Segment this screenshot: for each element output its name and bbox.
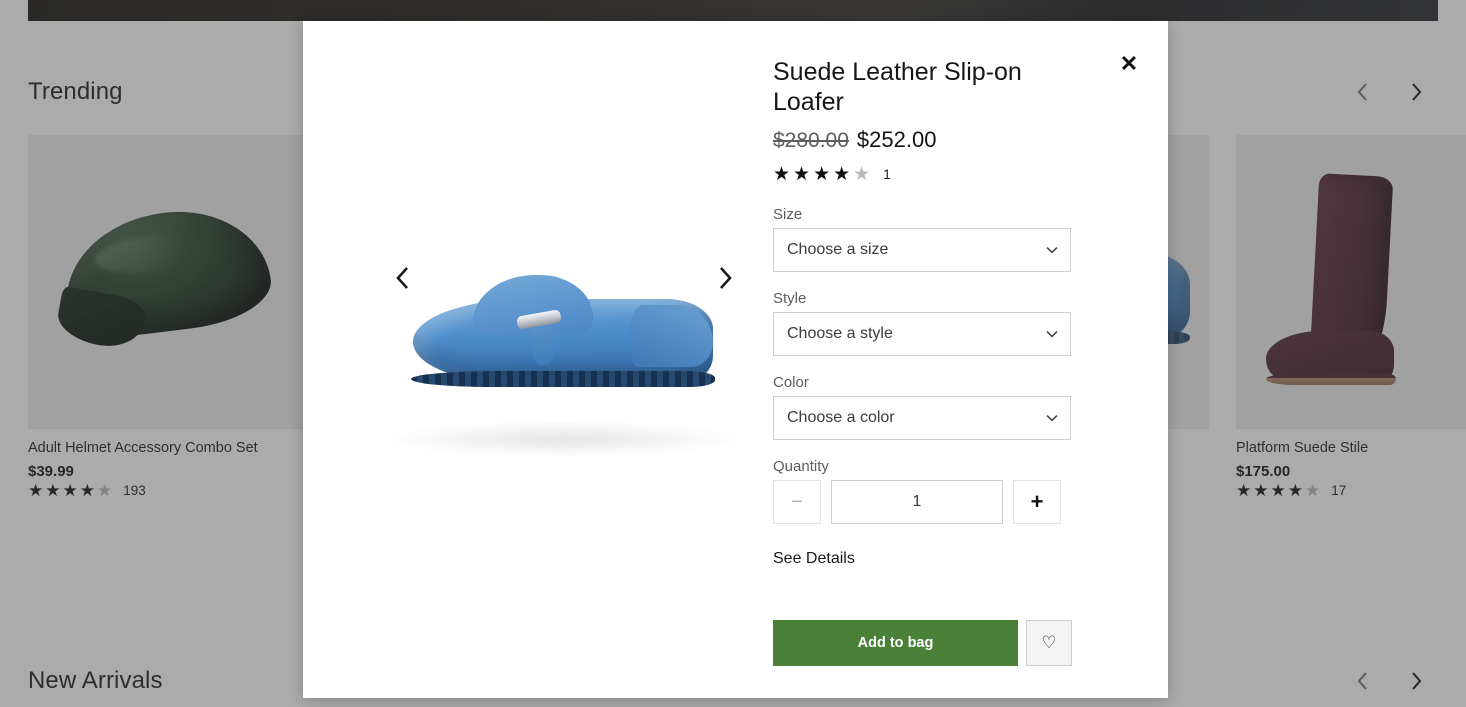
review-count: 1 <box>883 167 891 182</box>
style-select[interactable]: Choose a style <box>773 312 1071 356</box>
color-select[interactable]: Choose a color <box>773 396 1071 440</box>
boot-platform-shape <box>1266 373 1396 385</box>
quantity-decrement-button[interactable]: − <box>773 480 821 524</box>
image-drop-shadow <box>389 421 737 457</box>
quick-view-modal: ✕ Suede Leather Slip-on Loafer $280.00 $… <box>303 21 1168 698</box>
star-rating: ★★★★★ <box>1236 481 1323 500</box>
heart-icon[interactable]: ♡ <box>1026 620 1072 666</box>
chevron-right-icon <box>1411 672 1421 690</box>
product-card-price: $39.99 <box>28 463 74 480</box>
quantity-label: Quantity <box>773 458 829 475</box>
price-row: $280.00 $252.00 <box>773 127 1122 153</box>
product-gallery <box>303 21 773 698</box>
action-row: Add to bag ♡ <box>773 620 1122 666</box>
trending-prev-button[interactable] <box>1348 78 1376 106</box>
product-image <box>1236 135 1466 429</box>
original-price: $280.00 <box>773 129 849 152</box>
new-arrivals-carousel-nav <box>1348 667 1430 695</box>
size-select-wrapper: Choose a size <box>773 228 1071 272</box>
product-details-panel: ✕ Suede Leather Slip-on Loafer $280.00 $… <box>773 21 1168 698</box>
close-icon[interactable]: ✕ <box>1114 49 1144 79</box>
new-arrivals-prev-button[interactable] <box>1348 667 1376 695</box>
quantity-input[interactable] <box>831 480 1003 524</box>
review-count: 193 <box>123 483 146 498</box>
trending-next-button[interactable] <box>1402 78 1430 106</box>
see-details-link[interactable]: See Details <box>773 550 855 568</box>
product-card-rating: ★★★★★ 193 <box>28 482 303 499</box>
section-title-trending: Trending <box>28 78 123 105</box>
style-select-wrapper: Choose a style <box>773 312 1071 356</box>
color-label: Color <box>773 374 809 391</box>
product-image <box>28 135 303 429</box>
style-select-value: Choose a style <box>787 325 893 342</box>
gallery-prev-button[interactable] <box>385 261 419 295</box>
size-select[interactable]: Choose a size <box>773 228 1071 272</box>
product-card-title: Adult Helmet Accessory Combo Set <box>28 440 258 456</box>
star-rating: ★★★★★ <box>773 164 874 185</box>
product-rating: ★★★★★ 1 <box>773 165 1122 184</box>
loafer-sole-shape <box>411 371 715 387</box>
boot-toe-shape <box>1266 331 1394 379</box>
new-arrivals-next-button[interactable] <box>1402 667 1430 695</box>
product-title: Suede Leather Slip-on Loafer <box>773 58 1022 116</box>
color-select-value: Choose a color <box>787 409 895 426</box>
star-rating: ★★★★★ <box>28 481 115 500</box>
size-select-value: Choose a size <box>787 241 889 258</box>
trending-carousel-nav <box>1348 78 1430 106</box>
product-card[interactable]: Platform Suede Stile $175.00 ★★★★★ 17 <box>1236 135 1466 499</box>
product-card[interactable]: Adult Helmet Accessory Combo Set $39.99 … <box>28 135 303 499</box>
chevron-left-icon <box>1357 83 1367 101</box>
product-card-title: Platform Suede Stile <box>1236 440 1369 456</box>
color-select-wrapper: Choose a color <box>773 396 1071 440</box>
product-card-rating: ★★★★★ 17 <box>1236 482 1466 499</box>
size-label: Size <box>773 206 803 223</box>
product-hero-image <box>411 275 715 387</box>
loafer-heel-shape <box>631 305 713 367</box>
hero-banner-image <box>28 0 1438 21</box>
quantity-increment-button[interactable]: + <box>1013 480 1061 524</box>
app-root: Trending Adult Helmet Accessory Combo Se… <box>0 0 1466 707</box>
chevron-right-icon <box>1411 83 1421 101</box>
chevron-right-icon <box>719 267 732 289</box>
quantity-stepper: − + <box>773 480 1122 524</box>
product-card-price: $175.00 <box>1236 463 1291 480</box>
chevron-left-icon <box>395 267 408 289</box>
review-count: 17 <box>1331 483 1347 498</box>
current-price: $252.00 <box>856 127 937 152</box>
add-to-bag-button[interactable]: Add to bag <box>773 620 1018 666</box>
style-label: Style <box>773 290 807 307</box>
gallery-next-button[interactable] <box>708 261 742 295</box>
chevron-left-icon <box>1357 672 1367 690</box>
section-title-new-arrivals: New Arrivals <box>28 667 163 694</box>
